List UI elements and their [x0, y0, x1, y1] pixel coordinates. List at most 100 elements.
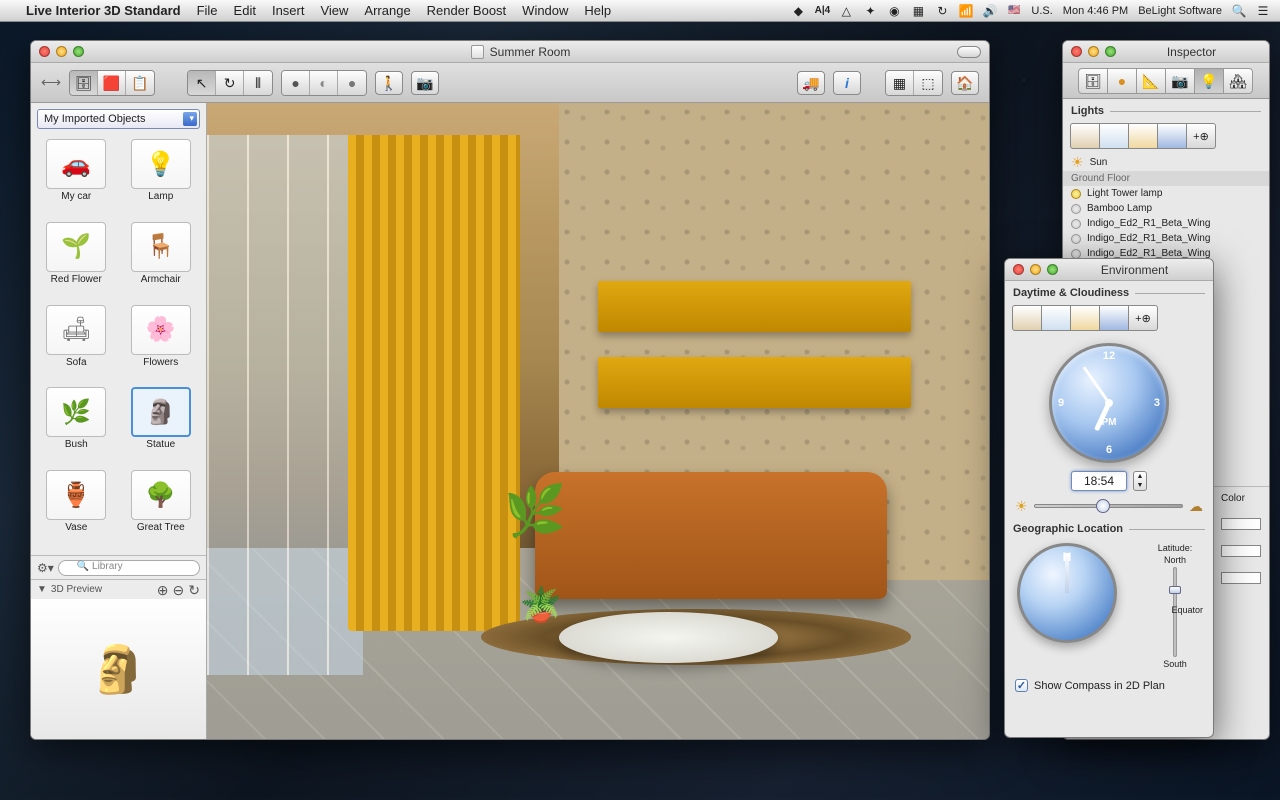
nav-arrows[interactable]: ⟷ [41, 74, 61, 91]
tab-camera[interactable]: 📷 [1165, 68, 1195, 94]
app-menu[interactable]: Live Interior 3D Standard [26, 3, 181, 18]
render-quality-button[interactable]: ● [338, 71, 366, 95]
sync-icon[interactable]: ◉ [887, 4, 901, 18]
menuextra-icon[interactable]: ◆ [791, 4, 805, 18]
env-titlebar[interactable]: Environment [1005, 259, 1213, 281]
tab-object[interactable]: 🗄 [1078, 68, 1108, 94]
menu-view[interactable]: View [320, 3, 348, 18]
color-swatch[interactable] [1221, 545, 1261, 557]
cloudiness-slider[interactable] [1034, 504, 1183, 508]
zoom-button[interactable] [1105, 46, 1116, 57]
orbit-tool[interactable]: ↻ [216, 71, 244, 95]
preset-evening[interactable] [1070, 305, 1100, 331]
library-item[interactable]: 🌳Great Tree [120, 470, 203, 551]
minimize-button[interactable] [1088, 46, 1099, 57]
menu-file[interactable]: File [197, 3, 218, 18]
library-item[interactable]: 🚗My car [35, 139, 118, 220]
pan-tool[interactable]: ⫴ [244, 71, 272, 95]
show-compass-row[interactable]: ✓ Show Compass in 2D Plan [1005, 673, 1213, 698]
menu-edit[interactable]: Edit [234, 3, 256, 18]
gear-icon[interactable]: ⚙▾ [37, 562, 54, 574]
library-item[interactable]: 🛋Sofa [35, 305, 118, 386]
walk-button[interactable]: 🚶 [375, 71, 403, 95]
minimize-button[interactable] [56, 46, 67, 57]
library-item[interactable]: 🗿Statue [120, 387, 203, 468]
tab-lights[interactable]: 💡 [1194, 68, 1224, 94]
light-row[interactable]: Light Tower lamp [1063, 186, 1269, 201]
close-button[interactable] [1013, 264, 1024, 275]
main-titlebar[interactable]: Summer Room [31, 41, 989, 63]
spotlight-icon[interactable]: 🔍 [1232, 4, 1246, 18]
drive-icon[interactable]: △ [839, 4, 853, 18]
library-item[interactable]: 🏺Vase [35, 470, 118, 551]
adobe-icon[interactable]: A|4 [815, 4, 829, 18]
menu-window[interactable]: Window [522, 3, 568, 18]
color-swatch[interactable] [1221, 572, 1261, 584]
puzzle-icon[interactable]: ✦ [863, 4, 877, 18]
library-item[interactable]: 🌿Bush [35, 387, 118, 468]
zoom-in-icon[interactable]: ⊕ [157, 583, 169, 597]
color-swatch[interactable] [1221, 518, 1261, 530]
2d-plan-button[interactable]: ▦ [886, 71, 914, 95]
preview-3d-area[interactable]: 🗿 [31, 599, 206, 739]
preset-add[interactable]: +⊕ [1128, 305, 1158, 331]
library-item[interactable]: 🪑Armchair [120, 222, 203, 303]
snapshot-button[interactable]: 📷 [411, 71, 439, 95]
light-row[interactable]: Indigo_Ed2_R1_Beta_Wing [1063, 231, 1269, 246]
materials-view-button[interactable]: 🟥 [98, 71, 126, 95]
export-button[interactable]: 🚚 [797, 71, 825, 95]
sun-row[interactable]: ☀ Sun [1063, 153, 1269, 171]
menu-insert[interactable]: Insert [272, 3, 305, 18]
toolbar-toggle-button[interactable] [957, 46, 981, 58]
minimize-button[interactable] [1030, 264, 1041, 275]
time-input[interactable]: 18:54 [1071, 471, 1127, 491]
info-button[interactable]: i [833, 71, 861, 95]
library-search-input[interactable]: 🔍 Library [58, 560, 200, 576]
menu-render-boost[interactable]: Render Boost [427, 3, 507, 18]
wifi-icon[interactable]: 📶 [959, 4, 973, 18]
record-button[interactable]: ● [282, 71, 310, 95]
menu-arrange[interactable]: Arrange [364, 3, 410, 18]
library-item[interactable]: 🌸Flowers [120, 305, 203, 386]
notifications-icon[interactable]: ☰ [1256, 4, 1270, 18]
time-stepper[interactable]: ▲▼ [1133, 471, 1147, 491]
preview-section-header[interactable]: ▼ 3D Preview ⊕ ⊖ ↻ [31, 579, 206, 599]
display-icon[interactable]: ▦ [911, 4, 925, 18]
3d-plan-button[interactable]: ⬚ [914, 71, 942, 95]
tab-materials[interactable]: ● [1107, 68, 1137, 94]
zoom-out-icon[interactable]: ⊖ [173, 583, 185, 597]
timemachine-icon[interactable]: ↻ [935, 4, 949, 18]
preset-night[interactable] [1157, 123, 1187, 149]
daytime-clock[interactable]: 39 PM [1049, 343, 1169, 463]
menubar-company[interactable]: BeLight Software [1138, 5, 1222, 17]
library-view-button[interactable]: 🗄 [70, 71, 98, 95]
project-tree-button[interactable]: 📋 [126, 71, 154, 95]
close-button[interactable] [1071, 46, 1082, 57]
show-compass-checkbox[interactable]: ✓ [1015, 679, 1028, 692]
zoom-button[interactable] [73, 46, 84, 57]
tab-building[interactable]: 🏘 [1223, 68, 1253, 94]
close-button[interactable] [39, 46, 50, 57]
inspector-titlebar[interactable]: Inspector [1063, 41, 1269, 63]
render-shadow-button[interactable]: ◐ [310, 71, 338, 95]
preset-morning[interactable] [1012, 305, 1042, 331]
volume-icon[interactable]: 🔊 [983, 4, 997, 18]
zoom-button[interactable] [1047, 264, 1058, 275]
light-row[interactable]: Indigo_Ed2_R1_Beta_Wing [1063, 216, 1269, 231]
preset-evening[interactable] [1128, 123, 1158, 149]
home-button[interactable]: 🏠 [951, 71, 979, 95]
menu-help[interactable]: Help [584, 3, 611, 18]
input-locale[interactable]: U.S. [1031, 5, 1052, 17]
preset-day[interactable] [1041, 305, 1071, 331]
select-tool[interactable]: ↖ [188, 71, 216, 95]
reset-zoom-icon[interactable]: ↻ [188, 583, 200, 597]
flag-icon[interactable]: 🇺🇸 [1007, 4, 1021, 18]
3d-viewport[interactable]: 🪴 [207, 103, 989, 739]
preset-morning[interactable] [1070, 123, 1100, 149]
preset-day[interactable] [1099, 123, 1129, 149]
preset-add[interactable]: +⊕ [1186, 123, 1216, 149]
preset-night[interactable] [1099, 305, 1129, 331]
library-item[interactable]: 🌱Red Flower [35, 222, 118, 303]
library-category-dropdown[interactable]: My Imported Objects [37, 109, 200, 129]
compass-control[interactable] [1017, 543, 1117, 643]
